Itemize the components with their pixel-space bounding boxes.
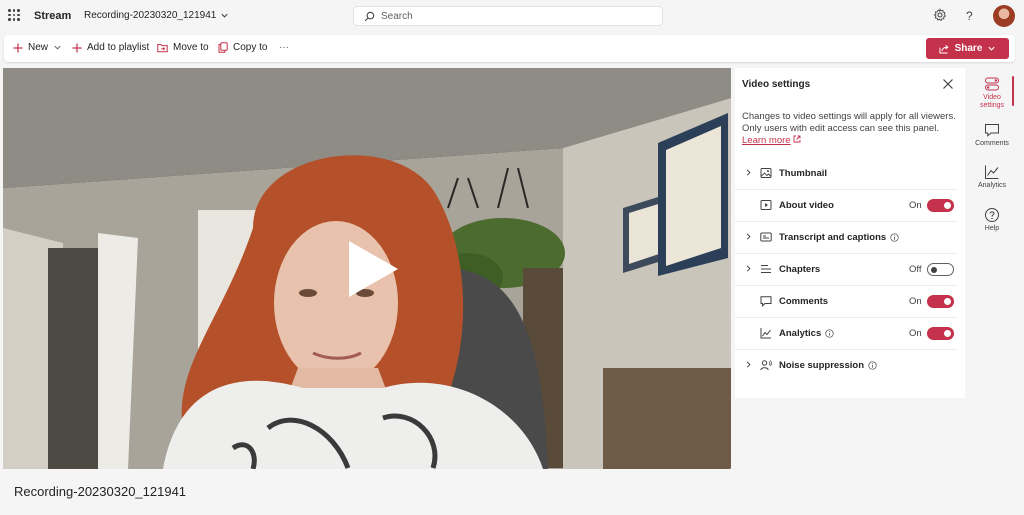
rail-label: Analytics: [977, 182, 1006, 189]
toggle-state: On: [909, 200, 922, 211]
more-label: ···: [279, 42, 289, 53]
rail-item-comments[interactable]: Comments: [967, 122, 1017, 147]
setting-label: Analytics: [779, 328, 822, 339]
rail-active-indicator: [1012, 76, 1014, 106]
new-label: New: [28, 42, 49, 53]
share-label: Share: [954, 43, 983, 54]
list-icon: [760, 263, 772, 275]
comment-icon: [760, 295, 772, 307]
comments-toggle[interactable]: [927, 295, 954, 308]
help-icon: [967, 207, 1017, 223]
external-link-icon: [793, 135, 801, 143]
panel-description: Changes to video settings will apply for…: [742, 111, 960, 147]
file-name: Recording-20230320_121941: [84, 10, 217, 21]
settings-gear-icon[interactable]: [933, 8, 947, 22]
setting-label: Comments: [779, 296, 829, 307]
setting-label-wrap: Analytics: [779, 328, 834, 339]
panel-title: Video settings: [742, 79, 811, 90]
app-launcher-icon[interactable]: [8, 9, 20, 21]
play-box-icon: [760, 199, 772, 211]
search-placeholder: Search: [381, 10, 413, 22]
setting-label-wrap: Noise suppression: [779, 360, 877, 371]
rail-item-video-settings[interactable]: Video settings: [967, 76, 1017, 110]
video-player[interactable]: [3, 68, 731, 469]
new-button[interactable]: New: [13, 42, 62, 53]
copy-to-button[interactable]: Copy to: [218, 42, 267, 53]
chevron-right-icon[interactable]: [744, 360, 753, 369]
comment-icon: [967, 122, 1017, 138]
move-folder-icon: [157, 43, 168, 53]
rail-label: Video settings: [979, 94, 1005, 109]
move-to-button[interactable]: Move to: [157, 42, 209, 53]
search-box[interactable]: Search: [353, 6, 663, 26]
add-to-playlist-label: Add to playlist: [87, 42, 150, 53]
setting-label: Chapters: [779, 264, 821, 275]
chevron-down-icon: [53, 43, 62, 52]
info-icon[interactable]: [825, 329, 834, 338]
chart-icon: [967, 164, 1017, 180]
video-settings-panel: Video settings Changes to video settings…: [735, 68, 965, 398]
people-audio-icon: [760, 359, 772, 371]
settings-toggle-icon: [967, 76, 1017, 92]
setting-row-about-video: About video On: [735, 190, 957, 222]
chevron-right-icon[interactable]: [744, 168, 753, 177]
info-icon[interactable]: [890, 233, 899, 242]
toggle-state: On: [909, 328, 922, 339]
rail-label: Help: [984, 225, 1000, 232]
command-bar: New Add to playlist Move to Copy to ··· …: [4, 35, 1015, 62]
setting-row-transcript[interactable]: Transcript and captions: [735, 222, 957, 254]
chevron-down-icon: [220, 11, 229, 20]
video-title: Recording-20230320_121941: [14, 484, 187, 499]
setting-label: Thumbnail: [779, 168, 828, 179]
chart-icon: [760, 327, 772, 339]
setting-row-thumbnail[interactable]: Thumbnail: [735, 158, 957, 190]
chapters-toggle[interactable]: [927, 263, 954, 276]
rail-label: Comments: [975, 140, 1009, 147]
chevron-right-icon[interactable]: [744, 232, 753, 241]
captions-icon: [760, 231, 772, 243]
setting-label-wrap: Transcript and captions: [779, 232, 899, 243]
top-bar: Stream Recording-20230320_121941 Search …: [0, 0, 1024, 33]
chevron-down-icon: [987, 44, 996, 53]
description-text: Changes to video settings will apply for…: [742, 111, 956, 134]
about-video-toggle[interactable]: [927, 199, 954, 212]
rail-item-help[interactable]: Help: [967, 207, 1017, 232]
setting-row-analytics: Analytics On: [735, 318, 957, 350]
analytics-toggle[interactable]: [927, 327, 954, 340]
app-name[interactable]: Stream: [34, 10, 71, 22]
setting-label: Noise suppression: [779, 360, 864, 371]
setting-row-noise-suppression[interactable]: Noise suppression: [735, 350, 957, 382]
close-icon[interactable]: [942, 78, 954, 90]
file-name-dropdown[interactable]: Recording-20230320_121941: [84, 10, 229, 21]
setting-row-comments: Comments On: [735, 286, 957, 318]
copy-icon: [218, 42, 228, 53]
share-button[interactable]: Share: [926, 38, 1009, 59]
avatar[interactable]: [993, 5, 1015, 27]
plus-icon: [13, 43, 23, 53]
info-icon[interactable]: [868, 361, 877, 370]
image-icon: [760, 167, 772, 179]
copy-to-label: Copy to: [233, 42, 268, 53]
setting-label: About video: [779, 200, 834, 211]
add-to-playlist-button[interactable]: Add to playlist: [72, 42, 149, 53]
toggle-state: On: [909, 296, 922, 307]
more-options-button[interactable]: ···: [279, 42, 289, 53]
share-icon: [939, 44, 950, 54]
video-frame: [3, 68, 731, 469]
toggle-state: Off: [909, 264, 922, 275]
move-to-label: Move to: [173, 42, 209, 53]
help-question-icon[interactable]: ?: [966, 9, 973, 23]
plus-icon: [72, 43, 82, 53]
learn-more-link[interactable]: Learn more: [742, 135, 791, 146]
search-icon: [364, 11, 375, 22]
setting-row-chapters[interactable]: Chapters Off: [735, 254, 957, 286]
rail-item-analytics[interactable]: Analytics: [967, 164, 1017, 189]
setting-label: Transcript and captions: [779, 232, 887, 243]
chevron-right-icon[interactable]: [744, 264, 753, 273]
